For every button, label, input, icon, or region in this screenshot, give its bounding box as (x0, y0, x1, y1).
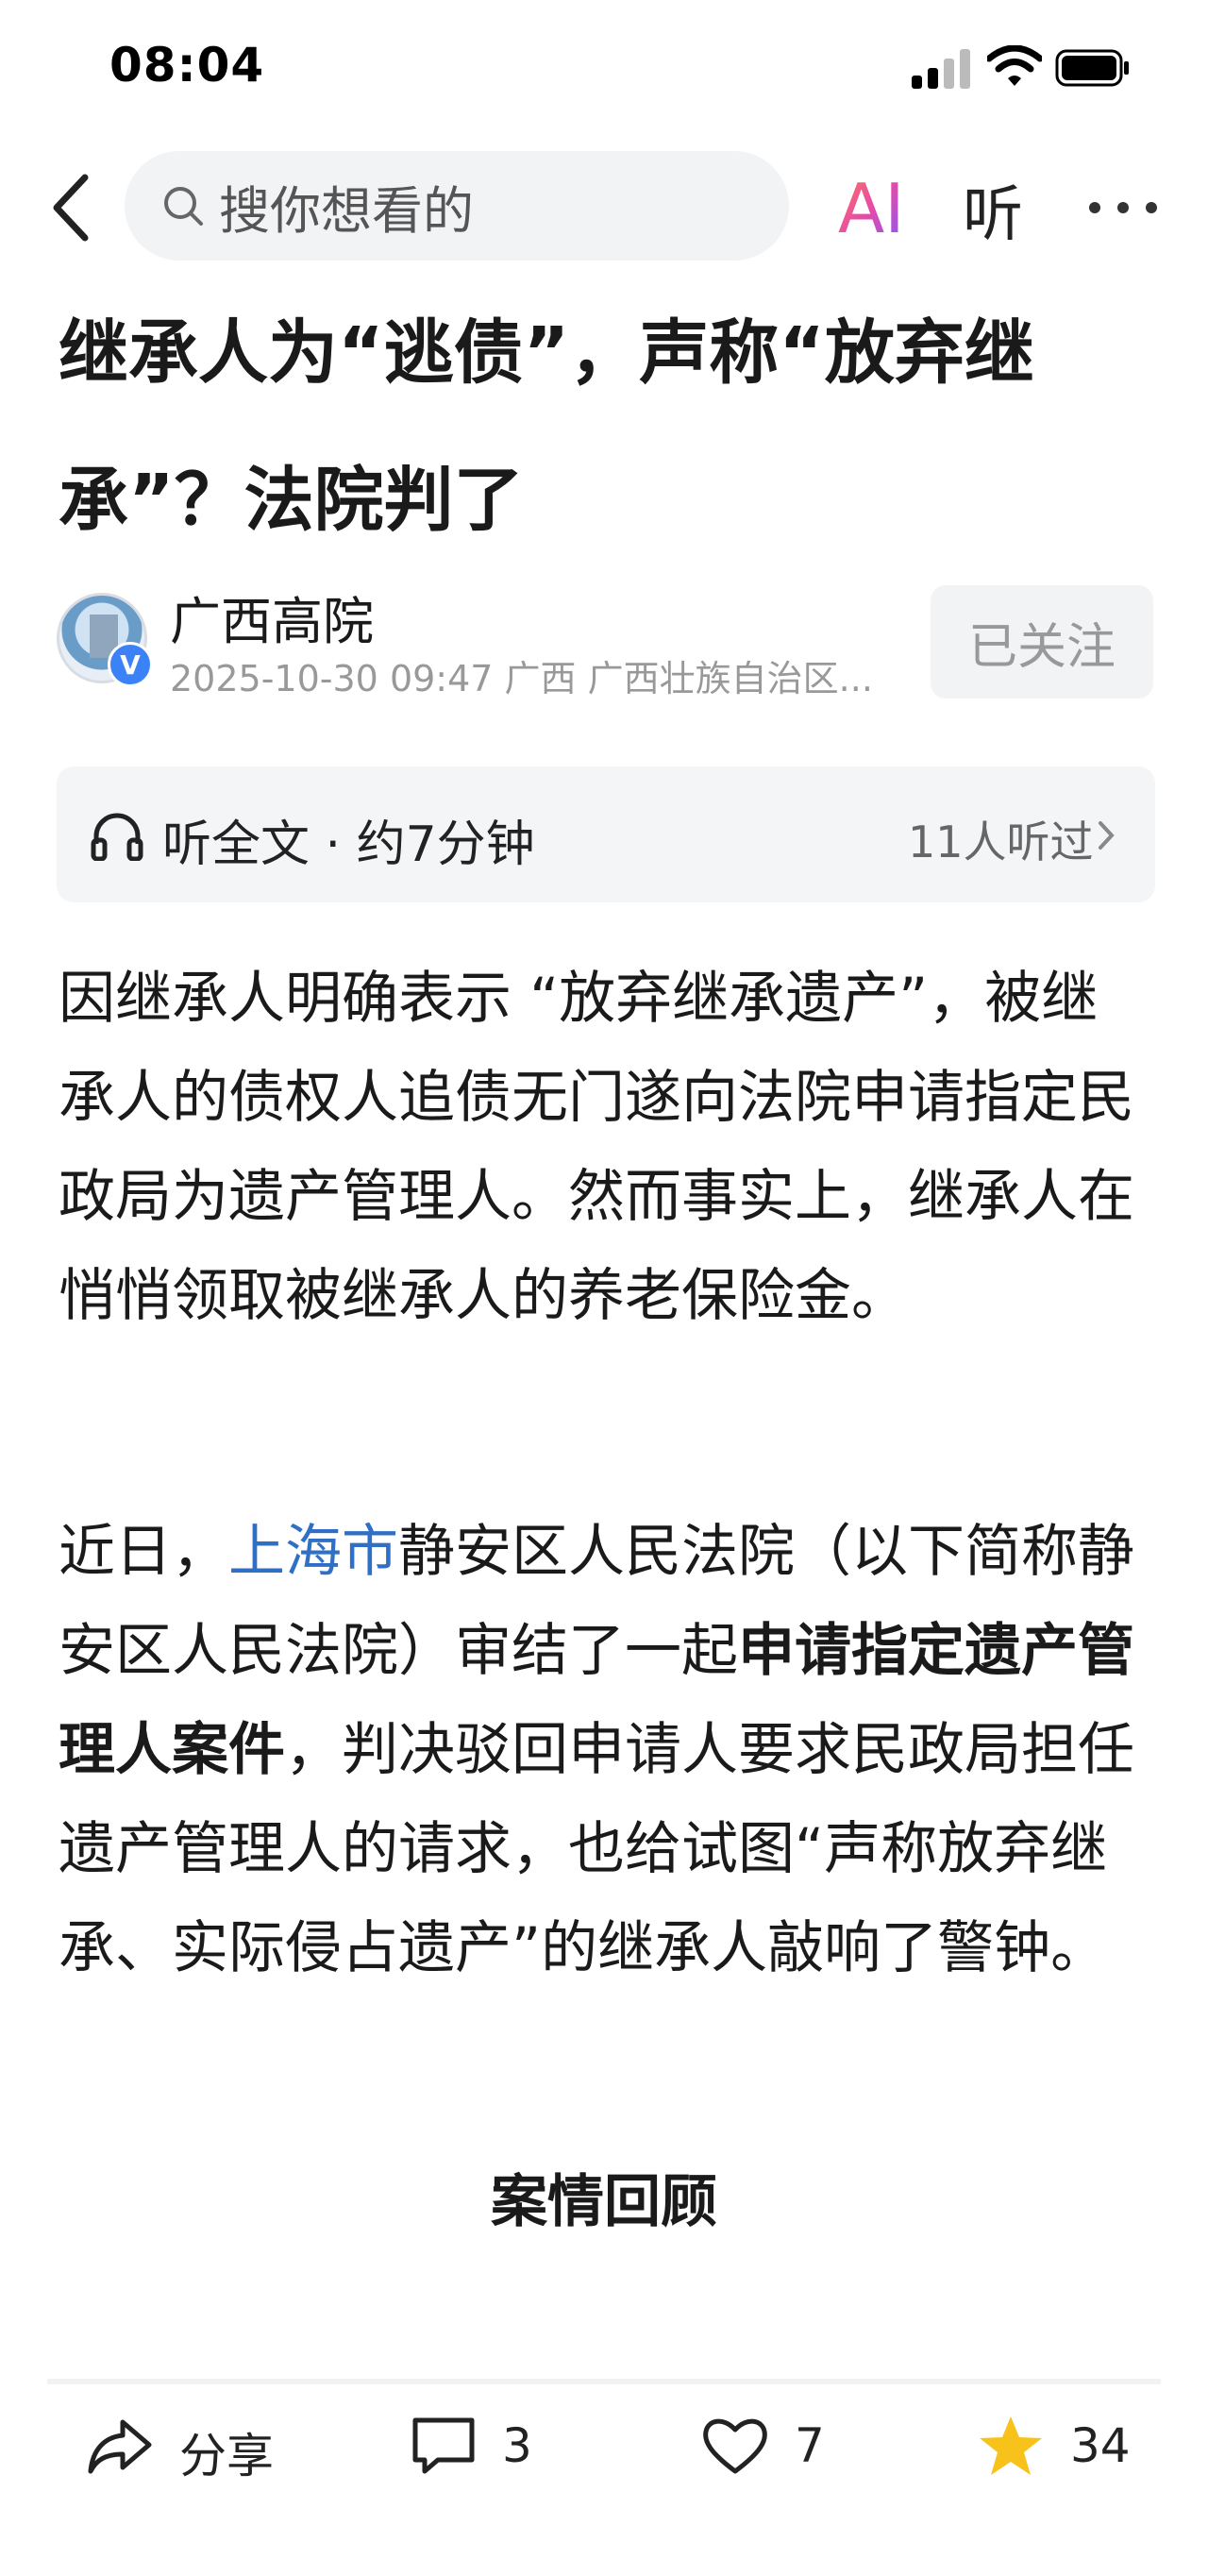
comment-icon[interactable] (410, 2413, 479, 2479)
paragraph-2: 近日，上海市静安区人民法院（以下简称静安区人民法院）审结了一起申请指定遗产管理人… (59, 1503, 1153, 1998)
author-org: 广西壮族自治区... (587, 658, 873, 699)
publish-date: 2025-10-30 (170, 658, 378, 699)
status-time: 08:04 (109, 38, 265, 93)
link-shanghai[interactable]: 上海市 (228, 1519, 398, 1585)
favorite-count: 34 (1070, 2418, 1131, 2473)
wifi-icon (987, 45, 1042, 86)
like-heart-icon[interactable] (700, 2413, 770, 2479)
verified-badge: V (108, 642, 153, 687)
section-heading: 案情回顾 (491, 2169, 717, 2235)
ai-icon[interactable]: AI (838, 170, 914, 242)
search-bar[interactable]: 搜你想看的 (125, 151, 789, 261)
favorite-star-icon[interactable] (976, 2413, 1046, 2479)
publish-location: 广西 (504, 658, 577, 699)
comment-count: 3 (502, 2418, 532, 2473)
p2-prefix: 近日， (59, 1519, 228, 1585)
publish-time: 09:47 (389, 658, 494, 699)
follow-button[interactable]: 已关注 (931, 585, 1153, 699)
bottom-divider (47, 2379, 1161, 2384)
back-arrow-icon[interactable] (47, 170, 94, 245)
search-icon (164, 187, 203, 226)
article-title: 继承人为“逃债”，声称“放弃继承”？法院判了 (59, 312, 1034, 541)
listen-button[interactable]: 听 (963, 166, 1023, 253)
share-label[interactable]: 分享 (179, 2418, 274, 2486)
headphone-icon (91, 813, 143, 861)
listen-full-label: 听全文 · 约7分钟 (162, 817, 535, 873)
listen-count: 11人听过 (908, 817, 1094, 867)
signal-icon (912, 49, 970, 89)
ai-label: AI (838, 170, 905, 242)
search-placeholder: 搜你想看的 (219, 180, 474, 241)
chevron-right-icon (1099, 821, 1115, 850)
more-icon[interactable] (1085, 198, 1161, 217)
paragraph-1: 因继承人明确表示 “放弃继承遗产”，被继承人的债权人追债无门遂向法院申请指定民政… (59, 966, 1134, 1329)
share-icon[interactable] (85, 2413, 155, 2479)
battery-icon (1055, 49, 1129, 87)
author-meta: 2025-10-30 09:47 广西 广西壮族自治区... (170, 649, 887, 701)
like-count: 7 (795, 2418, 825, 2473)
author-name[interactable]: 广西高院 (170, 580, 374, 654)
